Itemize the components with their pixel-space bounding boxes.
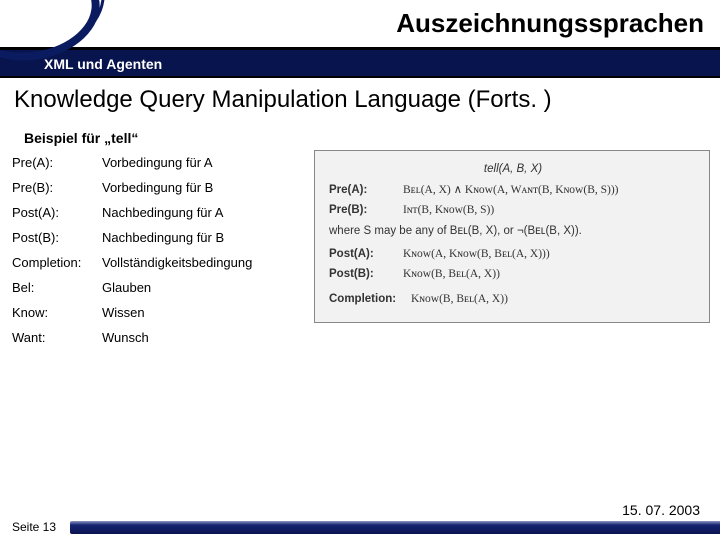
value: Iɴᴛ(B, Kɴᴏᴡ(B, S)) [403, 202, 697, 219]
term: Completion: [8, 250, 98, 275]
formula-head: tell(A, B, X) [329, 161, 697, 178]
definitions-table: Pre(A):Vorbedingung für A Pre(B):Vorbedi… [8, 150, 306, 350]
table-row: Pre(B):Vorbedingung für B [8, 175, 306, 200]
desc: Vollständigkeitsbedingung [98, 250, 306, 275]
formula-box: tell(A, B, X) Pre(A): Bᴇʟ(A, X) ∧ Kɴᴏᴡ(A… [314, 150, 710, 323]
table-row: Post(B):Nachbedingung für B [8, 225, 306, 250]
formula-postA: Post(A): Kɴᴏᴡ(A, Kɴᴏᴡ(B, Bᴇʟ(A, X))) [329, 246, 697, 263]
label: Pre(A): [329, 182, 403, 199]
formula-preB: Pre(B): Iɴᴛ(B, Kɴᴏᴡ(B, S)) [329, 202, 697, 219]
term: Post(B): [8, 225, 98, 250]
label: Pre(B): [329, 202, 403, 219]
table-row: Post(A):Nachbedingung für A [8, 200, 306, 225]
formula-preA: Pre(A): Bᴇʟ(A, X) ∧ Kɴᴏᴡ(A, Wᴀɴᴛ(B, Kɴᴏᴡ… [329, 182, 697, 199]
footer: Seite 13 [0, 514, 720, 540]
desc: Vorbedingung für B [98, 175, 306, 200]
desc: Glauben [98, 275, 306, 300]
slide-title: Knowledge Query Manipulation Language (F… [0, 78, 720, 120]
footer-bar [70, 521, 720, 534]
desc: Wunsch [98, 325, 306, 350]
desc: Wissen [98, 300, 306, 325]
value: Kɴᴏᴡ(A, Kɴᴏᴡ(B, Bᴇʟ(A, X))) [403, 246, 697, 263]
value: Bᴇʟ(A, X) ∧ Kɴᴏᴡ(A, Wᴀɴᴛ(B, Kɴᴏᴡ(B, S))) [403, 182, 697, 199]
example-label: Beispiel für „tell“ [0, 120, 720, 150]
formula-completion: Completion: Kɴᴏᴡ(B, Bᴇʟ(A, X)) [329, 291, 697, 308]
term: Bel: [8, 275, 98, 300]
header-title: Auszeichnungssprachen [396, 8, 704, 39]
term: Know: [8, 300, 98, 325]
term: Pre(A): [8, 150, 98, 175]
term: Post(A): [8, 200, 98, 225]
label: Post(B): [329, 266, 403, 283]
table-row: Pre(A):Vorbedingung für A [8, 150, 306, 175]
formula-postB: Post(B): Kɴᴏᴡ(B, Bᴇʟ(A, X)) [329, 266, 697, 283]
desc: Nachbedingung für B [98, 225, 306, 250]
table-row: Want:Wunsch [8, 325, 306, 350]
term: Pre(B): [8, 175, 98, 200]
content-row: Pre(A):Vorbedingung für A Pre(B):Vorbedi… [0, 150, 720, 350]
desc: Vorbedingung für A [98, 150, 306, 175]
desc: Nachbedingung für A [98, 200, 306, 225]
formula-note: where S may be any of Bᴇʟ(B, X), or ¬(Bᴇ… [329, 223, 697, 240]
label: Completion: [329, 291, 411, 308]
table-row: Completion:Vollständigkeitsbedingung [8, 250, 306, 275]
label: Post(A): [329, 246, 403, 263]
table-row: Know:Wissen [8, 300, 306, 325]
page-number: Seite 13 [0, 520, 56, 534]
header-subtitle: XML und Agenten [0, 50, 720, 78]
value: Kɴᴏᴡ(B, Bᴇʟ(A, X)) [411, 291, 697, 308]
header: Auszeichnungssprachen [0, 0, 720, 50]
term: Want: [8, 325, 98, 350]
table-row: Bel:Glauben [8, 275, 306, 300]
value: Kɴᴏᴡ(B, Bᴇʟ(A, X)) [403, 266, 697, 283]
